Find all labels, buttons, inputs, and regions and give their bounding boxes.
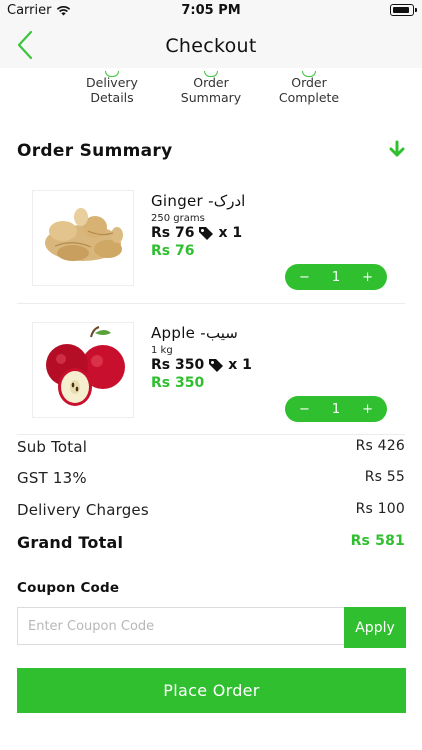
increment-button[interactable]: +: [362, 402, 373, 417]
item-weight: 250 grams: [151, 213, 205, 224]
grand-total-label: Grand Total: [17, 533, 124, 552]
quantity-value: 1: [331, 401, 341, 417]
step-label-line2: Complete: [278, 90, 340, 105]
coupon-code-input[interactable]: [17, 607, 344, 645]
cart-item-apple: Apple -سیب 1 kg Rs 350 x 1 Rs 350 − 1 +: [17, 320, 405, 430]
sub-total-value: Rs 426: [355, 438, 405, 454]
step-delivery-details[interactable]: Delivery Details: [57, 71, 167, 105]
nav-bar: Checkout: [0, 22, 422, 68]
gst-label: GST 13%: [17, 469, 87, 487]
step-label-line1: Order: [291, 75, 327, 90]
divider: [17, 434, 405, 435]
order-summary-title: Order Summary: [17, 141, 173, 161]
tag-icon: [209, 359, 224, 372]
apply-coupon-button[interactable]: Apply: [344, 607, 406, 648]
item-price: Rs 76: [151, 225, 195, 241]
grand-total-row: Grand Total Rs 581: [17, 533, 405, 552]
tag-icon: [199, 227, 214, 240]
divider: [17, 303, 405, 304]
quantity-value: 1: [331, 269, 341, 285]
step-order-summary[interactable]: Order Summary: [156, 71, 266, 105]
item-weight: 1 kg: [151, 345, 173, 356]
step-order-complete[interactable]: Order Complete: [254, 71, 364, 105]
step-label-line1: Delivery: [86, 75, 138, 90]
checkout-steps: Delivery Details Order Summary Order Com…: [0, 66, 422, 110]
status-bar: Carrier 7:05 PM: [0, 0, 422, 22]
quantity-stepper: − 1 +: [285, 396, 387, 422]
item-name: Apple -سیب: [151, 324, 238, 342]
delivery-charges-value: Rs 100: [355, 501, 405, 517]
grand-total-value: Rs 581: [350, 533, 405, 549]
item-price: Rs 350: [151, 357, 205, 373]
delivery-charges-label: Delivery Charges: [17, 501, 149, 519]
decrement-button[interactable]: −: [299, 402, 310, 417]
place-order-button[interactable]: Place Order: [17, 668, 406, 713]
sub-total-label: Sub Total: [17, 438, 88, 456]
increment-button[interactable]: +: [362, 270, 373, 285]
item-price-row: Rs 76 x 1: [151, 225, 242, 241]
sub-total-row: Sub Total Rs 426: [17, 438, 405, 456]
item-total: Rs 76: [151, 243, 195, 259]
coupon-code-label: Coupon Code: [17, 580, 120, 596]
item-quantity-text: x 1: [228, 357, 252, 373]
delivery-charges-row: Delivery Charges Rs 100: [17, 501, 405, 519]
cart-item-ginger: Ginger -ادرک 250 grams Rs 76 x 1 Rs 76 −…: [17, 188, 405, 298]
step-label-line2: Summary: [180, 90, 242, 105]
gst-value: Rs 55: [364, 469, 405, 485]
ginger-image: [32, 190, 134, 286]
page-title: Checkout: [165, 35, 257, 57]
gst-row: GST 13% Rs 55: [17, 469, 405, 487]
step-label-line2: Details: [90, 90, 134, 105]
apple-image: [32, 322, 134, 418]
item-price-row: Rs 350 x 1: [151, 357, 252, 373]
step-label-line1: Order: [193, 75, 229, 90]
decrement-button[interactable]: −: [299, 270, 310, 285]
item-total: Rs 350: [151, 375, 205, 391]
battery-icon: [390, 4, 417, 16]
quantity-stepper: − 1 +: [285, 264, 387, 290]
arrow-down-icon[interactable]: [388, 140, 406, 158]
item-quantity-text: x 1: [218, 225, 243, 241]
item-name: Ginger -ادرک: [151, 192, 246, 210]
status-time: 7:05 PM: [181, 3, 241, 18]
